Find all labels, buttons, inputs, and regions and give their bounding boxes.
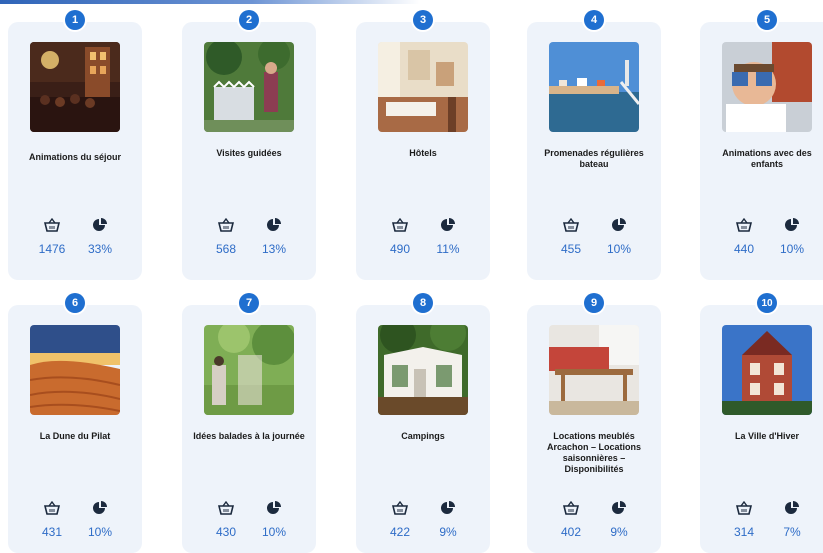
card-5[interactable]: 5 Animations avec des enfants 440 10% — [700, 10, 823, 280]
rank-badge: 2 — [239, 10, 259, 30]
basket-icon — [392, 218, 408, 232]
photo-garden-walk — [204, 325, 294, 415]
count-value: 431 — [41, 525, 63, 539]
card-title: Hôtels — [409, 148, 437, 158]
photo-garden-gate-photographer — [204, 42, 294, 132]
card-2[interactable]: 2 Visites guidées 568 13% — [182, 10, 316, 280]
pie-chart-icon — [93, 218, 107, 231]
card-title: Visites guidées — [216, 148, 282, 158]
share-value: 13% — [261, 242, 287, 256]
card-10[interactable]: 10 La Ville d'Hiver 314 7% — [700, 293, 823, 553]
photo-winter-villa — [722, 325, 812, 415]
card-9[interactable]: 9 Locations meublés Arcachon – Locations… — [527, 293, 661, 553]
count-value: 430 — [215, 525, 237, 539]
share-value: 10% — [87, 525, 113, 539]
photo-mobile-home-camping — [378, 325, 468, 415]
rank-badge: 4 — [584, 10, 604, 30]
card-title: Idées balades à la journée — [193, 431, 305, 441]
rank-badge: 9 — [584, 293, 604, 313]
basket-icon — [563, 501, 579, 515]
share-value: 9% — [439, 525, 457, 539]
pie-chart-icon — [612, 501, 626, 514]
basket-icon — [44, 218, 60, 232]
count-value: 422 — [389, 525, 411, 539]
photo-night-street-crowd — [30, 42, 120, 132]
count-value: 568 — [215, 242, 237, 256]
card-title: La Ville d'Hiver — [734, 431, 799, 441]
basket-icon — [218, 501, 234, 515]
pie-chart-icon — [267, 218, 281, 231]
card-4[interactable]: 4 Promenades régulières bateau 455 10% — [527, 10, 661, 280]
basket-icon — [392, 501, 408, 515]
pie-chart-icon — [612, 218, 626, 231]
share-value: 10% — [261, 525, 287, 539]
photo-sand-dune-sunset — [30, 325, 120, 415]
rank-badge: 3 — [413, 10, 433, 30]
share-value: 33% — [87, 242, 113, 256]
pie-chart-icon — [441, 501, 455, 514]
card-title: Animations du séjour — [28, 152, 121, 162]
basket-icon — [218, 218, 234, 232]
card-title: Promenades régulières bateau — [544, 148, 644, 169]
card-7[interactable]: 7 Idées balades à la journée 430 10% — [182, 293, 316, 553]
card-title: Campings — [401, 431, 445, 441]
rank-badge: 6 — [65, 293, 85, 313]
card-3[interactable]: 3 Hôtels 490 11% — [356, 10, 490, 280]
card-title: Animations avec des enfants — [722, 148, 812, 169]
card-1[interactable]: 1 Animations du séjour 1476 33% — [8, 10, 142, 280]
pie-chart-icon — [785, 218, 799, 231]
count-value: 440 — [733, 242, 755, 256]
rank-badge: 8 — [413, 293, 433, 313]
share-value: 11% — [436, 242, 460, 256]
share-value: 10% — [779, 242, 805, 256]
count-value: 455 — [560, 242, 582, 256]
card-8[interactable]: 8 Campings 422 9% — [356, 293, 490, 553]
pie-chart-icon — [785, 501, 799, 514]
rank-badge: 5 — [757, 10, 777, 30]
share-value: 10% — [606, 242, 632, 256]
header-strip — [0, 0, 420, 4]
pie-chart-icon — [441, 218, 455, 231]
card-title: Locations meublés Arcachon – Locations s… — [546, 431, 642, 474]
basket-icon — [736, 501, 752, 515]
basket-icon — [563, 218, 579, 232]
rank-badge: 1 — [65, 10, 85, 30]
photo-child-binoculars — [722, 42, 812, 132]
rank-badge: 10 — [757, 293, 777, 313]
pie-chart-icon — [93, 501, 107, 514]
photo-hotel-room — [378, 42, 468, 132]
count-value: 490 — [389, 242, 411, 256]
card-6[interactable]: 6 La Dune du Pilat 431 10% — [8, 293, 142, 553]
photo-seaside-pier — [549, 42, 639, 132]
photo-furnished-living-room — [549, 325, 639, 415]
card-title: La Dune du Pilat — [39, 431, 111, 441]
share-value: 9% — [610, 525, 628, 539]
pie-chart-icon — [267, 501, 281, 514]
count-value: 402 — [560, 525, 582, 539]
rank-badge: 7 — [239, 293, 259, 313]
count-value: 1476 — [38, 242, 66, 256]
count-value: 314 — [733, 525, 755, 539]
basket-icon — [44, 501, 60, 515]
basket-icon — [736, 218, 752, 232]
share-value: 7% — [783, 525, 801, 539]
